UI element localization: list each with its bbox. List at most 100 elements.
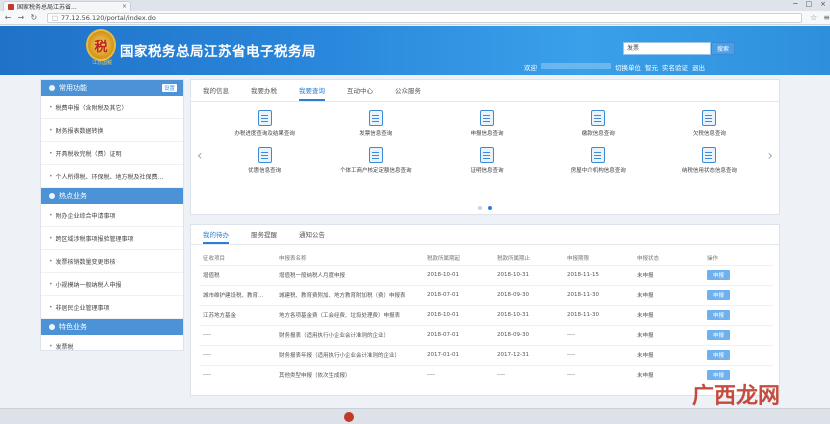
- search-button[interactable]: 搜索: [711, 42, 735, 55]
- url-input[interactable]: □ 77.12.56.120/portal/index.do: [46, 12, 803, 23]
- query-item[interactable]: 缴款信息查询: [543, 110, 654, 137]
- col-header: 税款所属期止: [497, 255, 531, 262]
- user-name-redacted: [541, 63, 611, 69]
- tab-notices[interactable]: 通知公告: [299, 229, 325, 244]
- query-item[interactable]: 欠税信息查询: [654, 110, 765, 137]
- watermark: 广西龙网: [692, 383, 781, 409]
- tab-my-todo[interactable]: 我的待办: [203, 229, 229, 244]
- carousel-dot[interactable]: [478, 206, 482, 210]
- cell: 2018-10-01: [423, 304, 493, 325]
- site-header: 税 江苏国税 国家税务总局江苏省电子税务局 发票 搜索 欢迎 切换单位 智元 实…: [0, 26, 830, 75]
- query-item[interactable]: 办税进度查询及结果查询: [209, 110, 320, 137]
- sidebar-item[interactable]: • 小规模纳一般纳税人申报: [41, 273, 183, 296]
- logout-link[interactable]: 退出: [692, 62, 705, 72]
- close-window-button[interactable]: ×: [820, 0, 826, 8]
- main-tabs: 我的信息 我要办税 我要查询 互动中心 公众服务: [191, 80, 779, 102]
- credit-icon: [702, 147, 717, 163]
- cell: ----: [423, 364, 493, 385]
- payment-icon: [591, 110, 606, 126]
- sidebar-item[interactable]: • 非居民企业管理事项: [41, 296, 183, 319]
- sidebar-item-label: 个人所得税、环保税、地方税及社保费...: [55, 173, 164, 181]
- cell: 未申报: [633, 264, 703, 285]
- cell: 城市维护建设税、教育...: [199, 284, 275, 305]
- declare-button[interactable]: 申报: [707, 350, 731, 360]
- col-header: 操作: [707, 255, 719, 262]
- tab-public-service[interactable]: 公众服务: [395, 85, 421, 101]
- declare-button[interactable]: 申报: [707, 270, 731, 280]
- bullet-icon: •: [49, 149, 53, 157]
- carousel-dot-active[interactable]: [488, 206, 492, 210]
- table-header-row: 征收项目 申报表名称 税款所属期起 税款所属期止 申报期限 申报状态 操作: [199, 251, 773, 265]
- close-tab-icon[interactable]: ×: [122, 3, 130, 10]
- next-arrow-icon[interactable]: ›: [767, 148, 773, 164]
- query-item[interactable]: 证明信息查询: [431, 147, 542, 174]
- query-item-label: 纳税信用状态信息查询: [681, 168, 737, 174]
- declare-button[interactable]: 申报: [707, 290, 731, 300]
- sidebar-item[interactable]: • 财务报表数据转换: [41, 119, 183, 142]
- cell: 2018-07-01: [423, 284, 493, 305]
- browser-tab[interactable]: 国家税务总局江苏省... ×: [3, 1, 131, 11]
- query-item[interactable]: 优惠信息查询: [209, 147, 320, 174]
- emblem-caption: 江苏国税: [91, 60, 112, 66]
- settings-button[interactable]: 设置: [161, 84, 177, 92]
- back-icon[interactable]: ←: [3, 13, 13, 22]
- document-icon: [257, 110, 272, 126]
- sidebar-item-label: 非居民企业管理事项: [55, 304, 110, 312]
- section-title: 常用功能: [59, 84, 87, 92]
- query-item[interactable]: 房屋中介机构信息查询: [543, 147, 654, 174]
- realname-link[interactable]: 实名验证: [662, 62, 688, 72]
- browser-menu-icon[interactable]: ≡: [823, 13, 830, 22]
- query-item-label: 发票信息查询: [359, 131, 393, 137]
- query-item-label: 证明信息查询: [470, 168, 504, 174]
- sidebar-item[interactable]: • 发票核销数量变更审核: [41, 250, 183, 273]
- reload-icon[interactable]: ↻: [29, 13, 39, 22]
- declare-button[interactable]: 申报: [707, 330, 731, 340]
- query-item[interactable]: 申报信息查询: [431, 110, 542, 137]
- cell: 2018-11-30: [563, 304, 633, 325]
- cell: 未申报: [633, 304, 703, 325]
- browser-tabbar: 国家税务总局江苏省... × ─ □ ×: [0, 0, 830, 11]
- sidebar-item[interactable]: • 开具税收完税（费）证明: [41, 142, 183, 165]
- cell: 2018-10-31: [493, 264, 563, 285]
- sidebar-item-label: 开具税收完税（费）证明: [55, 150, 122, 158]
- sidebar-section-special: 特色业务: [41, 319, 183, 335]
- query-item[interactable]: 纳税信用状态信息查询: [654, 147, 765, 174]
- query-item[interactable]: 发票信息查询: [320, 110, 431, 137]
- query-item-label: 个体工商户核定定额信息查询: [340, 168, 412, 174]
- cell: 申报: [703, 324, 773, 345]
- cell: 财务报表（适用执行小企业会计准则的企业）: [275, 324, 423, 345]
- tab-query[interactable]: 我要查询: [299, 85, 325, 101]
- tab-do-tax[interactable]: 我要办税: [251, 85, 277, 101]
- table-row: ---- 财务报表（适用执行小企业会计准则的企业） 2018-07-01 201…: [199, 324, 773, 345]
- window-controls: ─ □ ×: [793, 0, 826, 8]
- sidebar-item[interactable]: • 个人所得税、环保税、地方税及社保费...: [41, 165, 183, 188]
- maximize-button[interactable]: □: [806, 0, 813, 8]
- bullet-icon: •: [49, 257, 53, 265]
- tab-my-info[interactable]: 我的信息: [203, 85, 229, 101]
- tab-interaction[interactable]: 互动中心: [347, 85, 373, 101]
- query-item[interactable]: 个体工商户核定定额信息查询: [320, 147, 431, 174]
- cell: 增值税: [199, 264, 275, 285]
- prev-arrow-icon[interactable]: ‹: [197, 148, 203, 164]
- switch-unit-link[interactable]: 切换单位: [615, 62, 641, 72]
- bullet-icon: •: [49, 234, 53, 242]
- sidebar-item[interactable]: • 发票税: [41, 335, 183, 358]
- bookmark-star-icon[interactable]: ☆: [810, 13, 817, 22]
- col-header: 征收项目: [203, 255, 226, 262]
- cell: ----: [493, 364, 563, 385]
- sidebar-item[interactable]: • 附办企业综合申请事项: [41, 204, 183, 227]
- cell: ----: [199, 324, 275, 345]
- sidebar-item[interactable]: • 税费申报（含附税及其它）: [41, 96, 183, 119]
- sidebar-item[interactable]: • 跨区域涉税事项报验管理事项: [41, 227, 183, 250]
- tab-reminders[interactable]: 服务提醒: [251, 229, 277, 244]
- bullet-icon: •: [49, 211, 53, 219]
- col-header: 申报期限: [567, 255, 590, 262]
- user-link[interactable]: 智元: [645, 62, 658, 72]
- minimize-button[interactable]: ─: [793, 0, 797, 8]
- declare-button[interactable]: 申报: [707, 310, 731, 320]
- forward-icon[interactable]: →: [16, 13, 26, 22]
- section-icon: [49, 193, 55, 199]
- cell: 2017-01-01: [423, 344, 493, 365]
- search-input[interactable]: 发票: [623, 42, 711, 55]
- person-icon: [368, 147, 383, 163]
